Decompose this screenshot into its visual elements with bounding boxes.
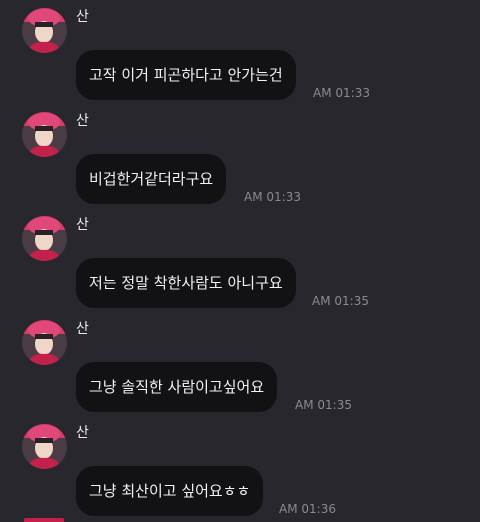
avatar-photo: [22, 424, 67, 469]
avatar[interactable]: [22, 320, 67, 365]
message-row: 산 그냥 솔직한 사람이고싶어요 AM 01:35: [0, 312, 480, 416]
message-row: 산 고작 이거 피곤하다고 안가는건 AM 01:33: [0, 0, 480, 104]
message-timestamp: AM 01:36: [279, 502, 336, 516]
sender-name: 산: [76, 217, 89, 233]
message-bubble[interactable]: 비겁한거같더라구요: [76, 154, 227, 204]
avatar-photo: [22, 112, 67, 157]
avatar-photo: [22, 8, 67, 53]
message-row: 산 그냥 최산이고 싶어요ㅎㅎ AM 01:36: [0, 416, 480, 520]
message-row: 산 저는 정말 착한사람도 아니구요 AM 01:35: [0, 208, 480, 312]
sender-name: 산: [76, 321, 89, 337]
sender-name: 산: [76, 113, 89, 129]
message-bubble[interactable]: 그냥 솔직한 사람이고싶어요: [76, 362, 278, 412]
avatar[interactable]: [22, 112, 67, 157]
avatar[interactable]: [22, 8, 67, 53]
avatar[interactable]: [22, 216, 67, 261]
message-timestamp: AM 01:33: [244, 190, 301, 204]
next-avatar-edge: [24, 518, 64, 522]
message-bubble[interactable]: 그냥 최산이고 싶어요ㅎㅎ: [76, 466, 264, 516]
sender-name: 산: [76, 425, 89, 441]
message-timestamp: AM 01:35: [312, 294, 369, 308]
message-row: 산 비겁한거같더라구요 AM 01:33: [0, 104, 480, 208]
avatar-photo: [22, 320, 67, 365]
message-timestamp: AM 01:33: [313, 86, 370, 100]
sender-name: 산: [76, 9, 89, 25]
message-bubble[interactable]: 저는 정말 착한사람도 아니구요: [76, 258, 296, 308]
message-timestamp: AM 01:35: [295, 398, 352, 412]
avatar-photo: [22, 216, 67, 261]
chat-thread: 산 고작 이거 피곤하다고 안가는건 AM 01:33 산 비겁한거같더라구요 …: [0, 0, 480, 522]
avatar[interactable]: [22, 424, 67, 469]
message-bubble[interactable]: 고작 이거 피곤하다고 안가는건: [76, 50, 296, 100]
